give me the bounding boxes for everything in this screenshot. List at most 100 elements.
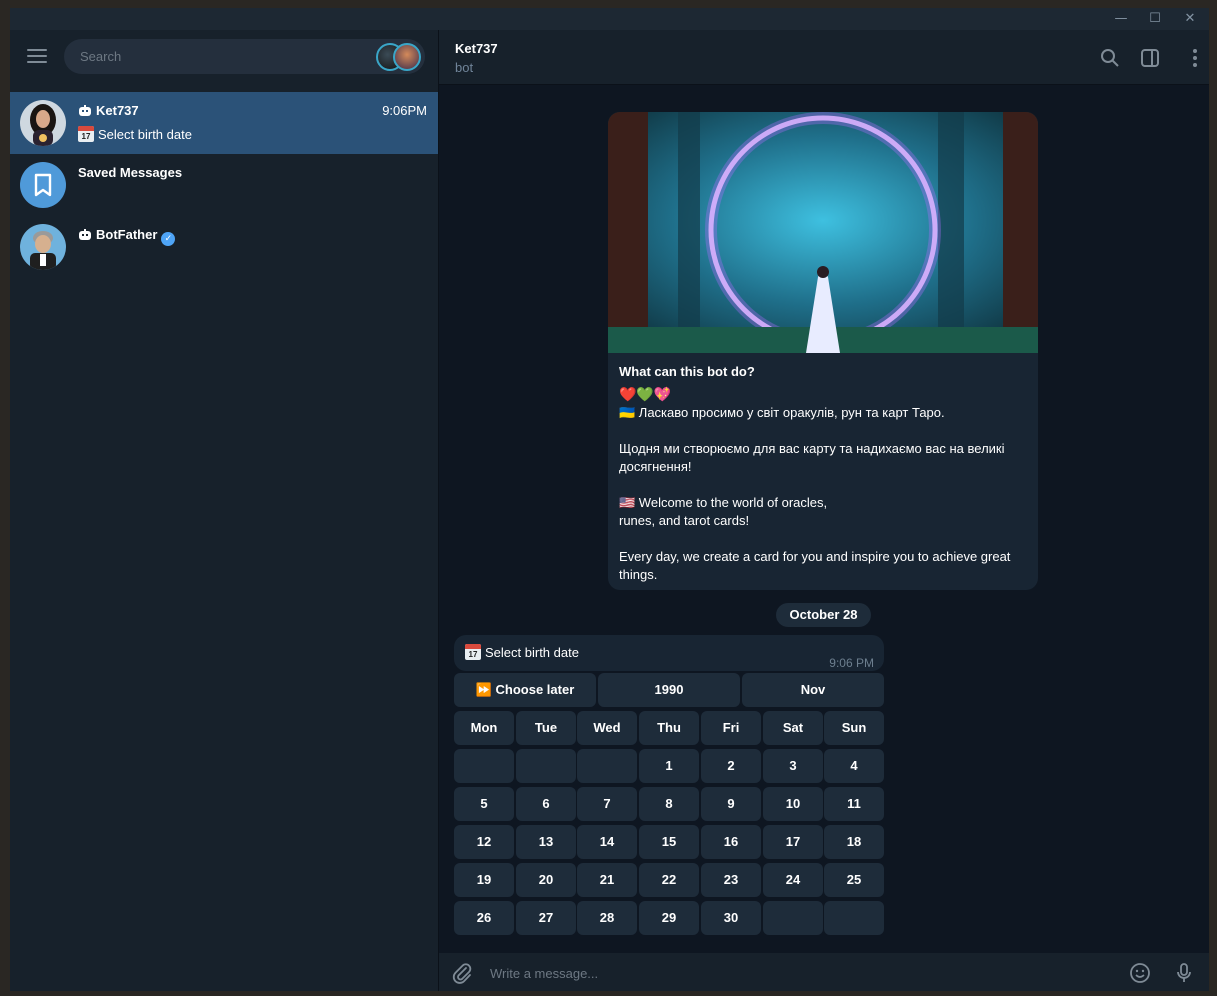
day-button[interactable]: 7 — [577, 787, 637, 821]
intro-title: What can this bot do? — [619, 364, 755, 379]
day-button[interactable]: 4 — [824, 749, 884, 783]
weekday-header[interactable]: Thu — [639, 711, 699, 745]
day-button[interactable]: 12 — [454, 825, 514, 859]
day-button[interactable]: 11 — [824, 787, 884, 821]
calendar-icon: 17 — [465, 644, 481, 660]
bot-message-text: 17 Select birth date — [465, 644, 579, 660]
bookmark-icon — [20, 162, 66, 208]
title-bar: — ☐ ✕ — [10, 8, 1209, 30]
avatar — [20, 100, 66, 146]
day-button[interactable]: 18 — [824, 825, 884, 859]
intro-paragraph: 🇺🇦 Ласкаво просимо у світ оракулів, рун … — [619, 405, 945, 420]
day-button[interactable]: 6 — [516, 787, 576, 821]
day-button[interactable]: 25 — [824, 863, 884, 897]
chat-name: Ket737 — [78, 103, 139, 118]
chat-item-botfather[interactable]: BotFather ✓ — [10, 216, 438, 278]
calendar-icon: 17 — [78, 126, 94, 142]
day-button[interactable]: 30 — [701, 901, 761, 935]
chat-item-saved-messages[interactable]: Saved Messages — [10, 154, 438, 216]
sidebar-toggle-icon[interactable] — [1140, 48, 1160, 68]
day-button[interactable]: 15 — [639, 825, 699, 859]
minimize-icon[interactable]: — — [1104, 8, 1138, 30]
intro-paragraph: runes, and tarot cards! — [619, 513, 750, 528]
date-separator: October 28 — [776, 603, 871, 627]
search-icon[interactable] — [1100, 48, 1120, 68]
intro-text: ❤️💚💖 🇺🇦 Ласкаво просимо у світ оракулів,… — [619, 386, 1029, 584]
day-button[interactable]: 24 — [763, 863, 823, 897]
weekday-header[interactable]: Fri — [701, 711, 761, 745]
chat-subtitle: bot — [455, 60, 474, 75]
message-time: 9:06 PM — [829, 656, 874, 670]
stories-avatars[interactable] — [376, 43, 422, 71]
day-button[interactable]: 5 — [454, 787, 514, 821]
day-button[interactable]: 2 — [701, 749, 761, 783]
more-options-icon[interactable] — [1185, 48, 1205, 68]
chat-item-ket737[interactable]: Ket737 9:06PM 17 Select birth date — [10, 92, 438, 154]
chat-header: Ket737 bot — [439, 30, 1209, 85]
chat-preview: 17 Select birth date — [78, 126, 192, 142]
day-button[interactable]: 27 — [516, 901, 576, 935]
day-button[interactable]: 22 — [639, 863, 699, 897]
bot-intro-image — [608, 112, 1038, 353]
avatar — [20, 224, 66, 270]
choose-later-button[interactable]: ⏩ Choose later — [454, 673, 596, 707]
close-icon[interactable]: ✕ — [1173, 8, 1207, 30]
hamburger-menu-icon[interactable] — [27, 49, 47, 63]
month-button[interactable]: Nov — [742, 673, 884, 707]
day-button[interactable]: 19 — [454, 863, 514, 897]
weekday-header[interactable]: Sat — [763, 711, 823, 745]
day-button[interactable]: 26 — [454, 901, 514, 935]
intro-paragraph — [619, 530, 1029, 548]
day-button[interactable]: 21 — [577, 863, 637, 897]
app-window: — ☐ ✕ Search Ket737 9:06PM 17 Select bir… — [10, 8, 1209, 991]
day-button[interactable]: 14 — [577, 825, 637, 859]
weekday-header[interactable]: Tue — [516, 711, 576, 745]
day-button[interactable]: 9 — [701, 787, 761, 821]
emoji-icon[interactable] — [1129, 962, 1151, 984]
bot-icon — [79, 105, 91, 116]
weekday-header[interactable]: Sun — [824, 711, 884, 745]
day-button[interactable]: 20 — [516, 863, 576, 897]
intro-paragraph — [619, 476, 1029, 494]
day-button[interactable]: 10 — [763, 787, 823, 821]
day-button[interactable]: 28 — [577, 901, 637, 935]
intro-paragraph: 🇺🇸 Welcome to the world of oracles, — [619, 495, 828, 510]
chat-pane: Ket737 bot What can this bot do? ❤️💚💖 🇺🇦… — [439, 30, 1209, 991]
microphone-icon[interactable] — [1173, 962, 1195, 984]
day-button[interactable]: 1 — [639, 749, 699, 783]
search-input[interactable]: Search — [64, 39, 425, 74]
maximize-icon[interactable]: ☐ — [1138, 8, 1172, 30]
intro-paragraph: Щодня ми створюємо для вас карту та нади… — [619, 441, 1005, 474]
weekday-header[interactable]: Mon — [454, 711, 514, 745]
empty-day-button[interactable] — [763, 901, 823, 935]
day-button[interactable]: 13 — [516, 825, 576, 859]
bot-intro-card: What can this bot do? ❤️💚💖 🇺🇦 Ласкаво пр… — [608, 112, 1038, 590]
story-avatar-icon[interactable] — [393, 43, 421, 71]
day-button[interactable]: 3 — [763, 749, 823, 783]
empty-day-button[interactable] — [454, 749, 514, 783]
day-button[interactable]: 23 — [701, 863, 761, 897]
emoji-line: ❤️💚💖 — [619, 387, 672, 403]
chat-name: BotFather ✓ — [78, 227, 176, 246]
bot-message: 17 Select birth date 9:06 PM — [454, 635, 884, 671]
attach-icon[interactable] — [451, 962, 473, 984]
day-button[interactable]: 16 — [701, 825, 761, 859]
year-button[interactable]: 1990 — [598, 673, 740, 707]
message-input[interactable]: Write a message... — [490, 966, 598, 981]
empty-day-button[interactable] — [516, 749, 576, 783]
day-button[interactable]: 8 — [639, 787, 699, 821]
intro-paragraph: Every day, we create a card for you and … — [619, 549, 1011, 582]
sidebar: Search Ket737 9:06PM 17 Select birth dat… — [10, 30, 438, 991]
chat-title[interactable]: Ket737 — [455, 41, 498, 56]
empty-day-button[interactable] — [577, 749, 637, 783]
search-placeholder: Search — [80, 49, 122, 64]
weekday-header[interactable]: Wed — [577, 711, 637, 745]
empty-day-button[interactable] — [824, 901, 884, 935]
day-button[interactable]: 17 — [763, 825, 823, 859]
chat-name: Saved Messages — [78, 165, 183, 180]
composer: Write a message... — [439, 953, 1209, 991]
verified-badge-icon: ✓ — [161, 232, 176, 246]
day-button[interactable]: 29 — [639, 901, 699, 935]
intro-paragraph — [619, 422, 1029, 440]
chat-time: 9:06PM — [382, 103, 427, 118]
